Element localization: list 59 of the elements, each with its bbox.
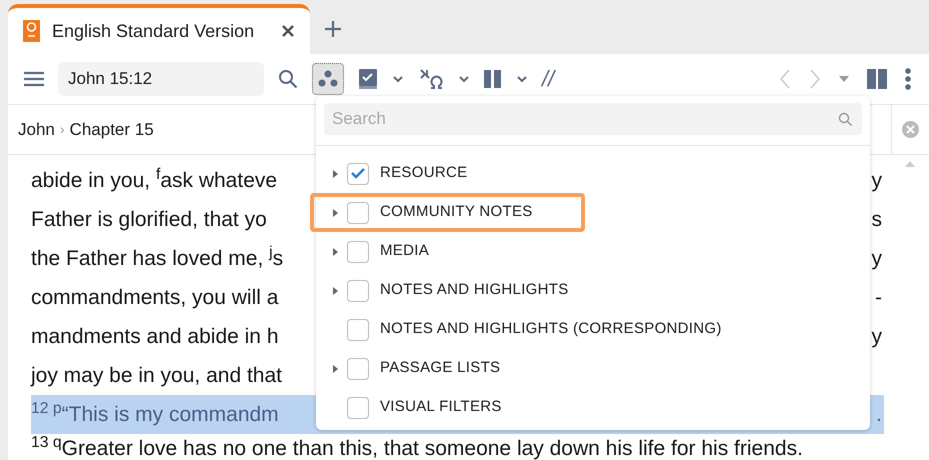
interlinear-icon[interactable]	[418, 67, 444, 91]
verse-text: y	[872, 246, 882, 272]
search-icon	[838, 112, 852, 126]
filter-label: RESOURCE	[380, 163, 468, 184]
verse-text: the Father has loved me, $^{j}$s	[31, 242, 284, 272]
filter-label: NOTES AND HIGHLIGHTS	[380, 280, 569, 300]
verse-text: y	[872, 168, 882, 194]
expand-icon[interactable]	[333, 170, 338, 178]
breadcrumb-book[interactable]: John	[18, 116, 55, 142]
chevron-down-icon[interactable]	[516, 75, 528, 83]
verse-text: abide in you, $^{f}$ask whateve	[31, 164, 278, 194]
caret-icon[interactable]	[839, 76, 849, 82]
parallel-button[interactable]: //	[542, 68, 554, 90]
filter-button[interactable]	[312, 63, 344, 95]
expand-icon[interactable]	[333, 286, 338, 294]
expand-icon[interactable]	[333, 208, 338, 216]
menu-icon[interactable]	[24, 71, 44, 87]
search-field[interactable]: Search	[324, 103, 862, 135]
search-icon[interactable]	[278, 69, 298, 89]
verse-text: $^{13 q}$Greater love has no one than this, that someone lay down his life for his friends.	[31, 433, 803, 460]
verse-text: Father is glorified, that yo	[31, 206, 267, 233]
plus-icon[interactable]	[324, 20, 342, 38]
filter-label: VISUAL FILTERS	[380, 397, 502, 418]
expand-icon[interactable]	[333, 364, 338, 372]
checkbox[interactable]	[347, 162, 369, 184]
book-icon	[23, 20, 40, 42]
checkbox[interactable]	[347, 318, 369, 340]
filter-label: NOTES AND HIGHLIGHTS (CORRESPONDING)	[380, 319, 722, 340]
verse-text: joy may be in you, and that	[31, 362, 282, 389]
filter-label: PASSAGE LISTS	[380, 358, 500, 378]
expand-icon[interactable]	[333, 248, 338, 256]
verse-text: s	[872, 206, 882, 233]
filter-label: MEDIA	[380, 241, 430, 262]
checkbox[interactable]	[347, 240, 369, 262]
verse-text: .	[876, 402, 882, 428]
verse-text: mandments and abide in h	[31, 324, 278, 350]
chevron-down-icon[interactable]	[392, 75, 404, 83]
filter-label: COMMUNITY NOTES	[380, 202, 533, 222]
checkbox[interactable]	[347, 396, 369, 418]
chevron-down-icon[interactable]	[458, 75, 470, 83]
more-icon[interactable]	[905, 68, 911, 90]
checkbox[interactable]	[347, 280, 369, 302]
book-check-icon[interactable]	[358, 68, 378, 90]
columns-icon[interactable]	[484, 70, 502, 88]
verse-text: $^{12 p}$“This is my commandm	[31, 398, 279, 428]
verse-text: y	[872, 324, 882, 350]
close-icon[interactable]	[281, 24, 295, 38]
verse-text: -	[875, 284, 882, 311]
breadcrumb-chapter[interactable]: Chapter 15	[70, 116, 154, 142]
check-icon	[351, 168, 365, 179]
tab-title: English Standard Version	[52, 20, 254, 43]
dots-icon	[318, 70, 338, 88]
reference-field[interactable]: John 15:12	[58, 62, 264, 96]
checkbox[interactable]	[347, 358, 369, 380]
checkbox[interactable]	[347, 202, 369, 224]
document-tab[interactable]: English Standard Version	[8, 4, 310, 54]
breadcrumb-separator: ›	[60, 120, 65, 139]
verse-text: commandments, you will a	[31, 284, 278, 311]
panel-icon[interactable]	[867, 69, 887, 89]
